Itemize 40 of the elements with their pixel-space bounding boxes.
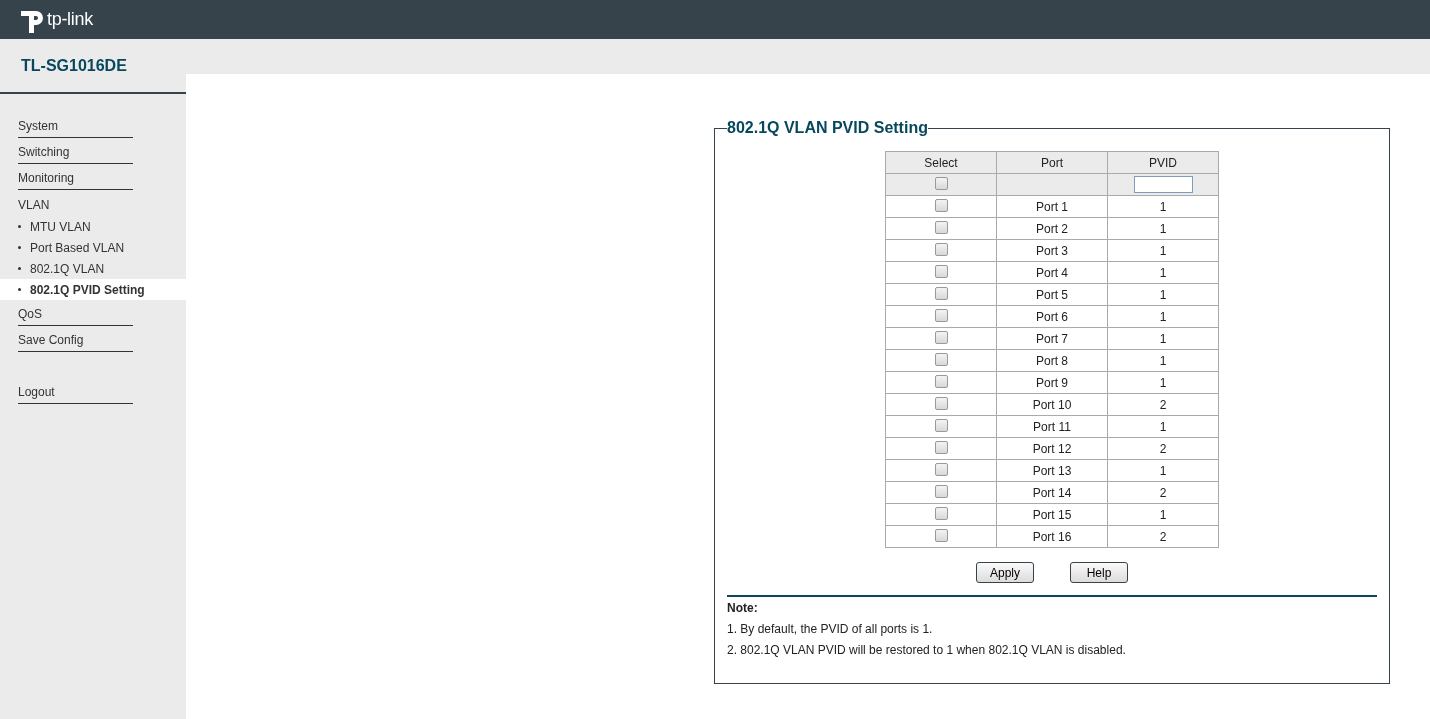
- model-name: TL-SG1016DE: [21, 56, 127, 75]
- column-header: Port: [996, 151, 1108, 174]
- pvid-input[interactable]: [1133, 176, 1193, 193]
- row-checkbox[interactable]: [934, 440, 948, 454]
- sidebar-subitem[interactable]: Port Based VLAN: [0, 237, 186, 258]
- row-checkbox[interactable]: [934, 484, 948, 498]
- panel-title: 802.1Q VLAN PVID Setting: [727, 119, 928, 137]
- sidebar-subitem[interactable]: MTU VLAN: [0, 216, 186, 237]
- column-header: PVID: [1107, 151, 1219, 174]
- row-checkbox[interactable]: [934, 264, 948, 278]
- row-checkbox[interactable]: [934, 352, 948, 366]
- sidebar-item[interactable]: QoS: [18, 300, 133, 326]
- note-text: 1. By default, the PVID of all ports is 1.: [727, 622, 934, 636]
- row-checkbox[interactable]: [934, 198, 948, 212]
- column-header: Select: [885, 151, 997, 174]
- row-checkbox[interactable]: [934, 330, 948, 344]
- sidebar-subitem[interactable]: 802.1Q PVID Setting: [0, 279, 186, 300]
- row-checkbox[interactable]: [934, 528, 948, 542]
- sidebar-item[interactable]: Monitoring: [18, 164, 133, 190]
- logo-text: tp-link: [47, 9, 93, 30]
- sidebar-item[interactable]: Save Config: [18, 326, 133, 352]
- row-checkbox[interactable]: [934, 308, 948, 322]
- action-button[interactable]: Help: [1070, 562, 1128, 583]
- sidebar-item[interactable]: System: [18, 112, 133, 138]
- row-checkbox[interactable]: [934, 374, 948, 388]
- note-text: 2. 802.1Q VLAN PVID will be restored to 1 when 802.1Q VLAN is disabled.: [727, 643, 1127, 657]
- note-title: Note:: [727, 601, 759, 615]
- sidebar-subitem[interactable]: 802.1Q VLAN: [0, 258, 186, 279]
- row-checkbox[interactable]: [934, 396, 948, 410]
- row-checkbox[interactable]: [934, 242, 948, 256]
- row-checkbox[interactable]: [934, 462, 948, 476]
- row-checkbox[interactable]: [934, 506, 948, 520]
- row-checkbox[interactable]: [934, 220, 948, 234]
- select-all-checkbox[interactable]: [934, 176, 948, 190]
- sidebar-item[interactable]: VLAN: [18, 190, 133, 216]
- sidebar-item[interactable]: Switching: [18, 138, 133, 164]
- action-button[interactable]: Apply: [976, 562, 1034, 583]
- row-checkbox[interactable]: [934, 418, 948, 432]
- row-checkbox[interactable]: [934, 286, 948, 300]
- logout-link[interactable]: Logout: [18, 378, 133, 404]
